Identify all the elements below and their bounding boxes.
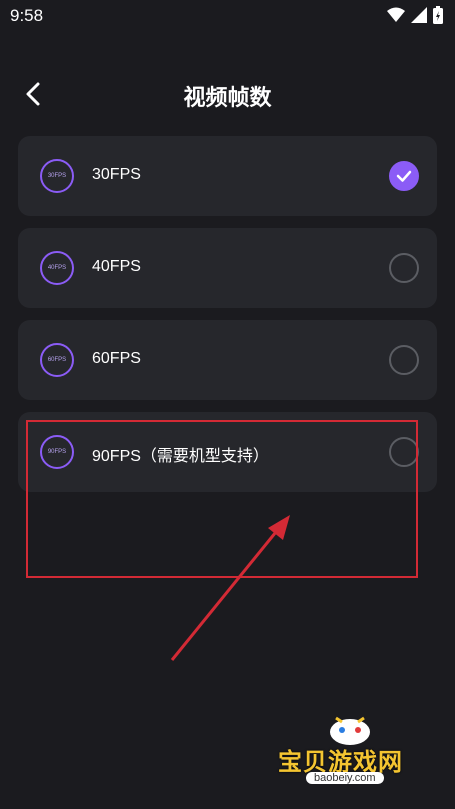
option-label: 40FPS [92, 258, 141, 275]
radio-unselected[interactable] [389, 345, 419, 375]
check-icon [396, 170, 412, 182]
status-bar: 9:58 [0, 0, 455, 32]
option-60fps[interactable]: 60FPS 60FPS [18, 320, 437, 400]
annotation-arrow-icon [170, 515, 290, 661]
fps-30-icon: 30FPS [40, 159, 74, 193]
fps-60-icon: 60FPS [40, 343, 74, 377]
watermark-url: baobeiy.com [306, 772, 384, 784]
watermark-logo: 宝贝游戏网 baobeiy.com [276, 710, 426, 809]
page-title: 视频帧数 [183, 86, 272, 111]
option-label: 60FPS [92, 350, 141, 367]
radio-unselected[interactable] [389, 253, 419, 283]
option-30fps[interactable]: 30FPS 30FPS [18, 136, 437, 216]
fps-40-icon: 40FPS [40, 251, 74, 285]
radio-selected[interactable] [389, 161, 419, 191]
status-icons [387, 6, 443, 24]
wifi-icon [387, 7, 405, 22]
option-label: 30FPS [92, 166, 141, 183]
annotation-highlight-box [26, 420, 418, 578]
header: 视频帧数 [0, 72, 455, 118]
status-time: 9:58 [10, 6, 44, 25]
signal-icon [411, 7, 427, 23]
battery-icon [433, 6, 443, 24]
option-40fps[interactable]: 40FPS 40FPS [18, 228, 437, 308]
